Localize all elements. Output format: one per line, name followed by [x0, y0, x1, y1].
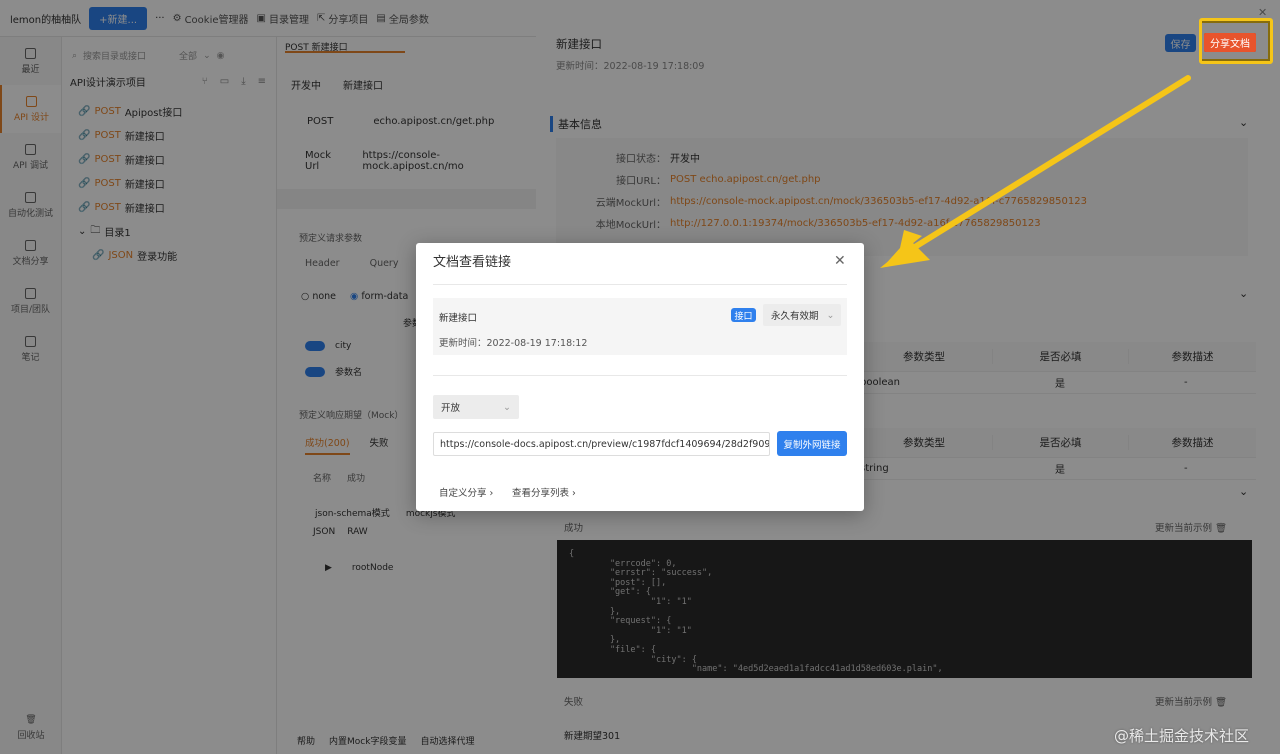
copy-link-button[interactable]: 复制外网链接: [777, 431, 847, 456]
annotation-arrow: [880, 75, 1191, 268]
modal-title: 文档查看链接: [433, 255, 512, 270]
doc-name: 新建接口: [439, 313, 478, 324]
custom-share-label: 自定义分享: [439, 488, 487, 499]
share-doc-button-highlighted[interactable]: 分享文档: [1204, 33, 1256, 52]
visibility-select[interactable]: 开放 ⌄: [433, 395, 519, 419]
doc-updated-time: 更新时间：2022-08-19 17:18:12: [439, 338, 588, 349]
custom-share-link[interactable]: 自定义分享 ›: [439, 485, 493, 499]
close-icon[interactable]: ✕: [834, 253, 846, 269]
chevron-right-icon: ›: [572, 488, 576, 499]
divider: [433, 284, 847, 285]
divider: [433, 375, 847, 376]
chevron-down-icon: ⌄: [826, 309, 835, 321]
chevron-down-icon: ⌄: [503, 401, 511, 413]
share-link-input[interactable]: https://console-docs.apipost.cn/preview/…: [433, 432, 770, 456]
api-badge: 接口: [731, 308, 756, 322]
doc-info-card: 新建接口 更新时间：2022-08-19 17:18:12 接口 永久有效期 ⌄: [433, 298, 847, 355]
share-list-link[interactable]: 查看分享列表 ›: [512, 485, 576, 499]
doc-link-modal: 文档查看链接 ✕ 新建接口 更新时间：2022-08-19 17:18:12 接…: [416, 243, 864, 511]
expiry-label: 永久有效期: [771, 311, 819, 322]
chevron-right-icon: ›: [489, 488, 494, 499]
watermark: @稀土掘金技术社区: [1114, 727, 1250, 745]
share-list-label: 查看分享列表: [512, 488, 570, 499]
expiry-select[interactable]: 永久有效期 ⌄: [763, 304, 841, 326]
visibility-label: 开放: [441, 403, 461, 414]
